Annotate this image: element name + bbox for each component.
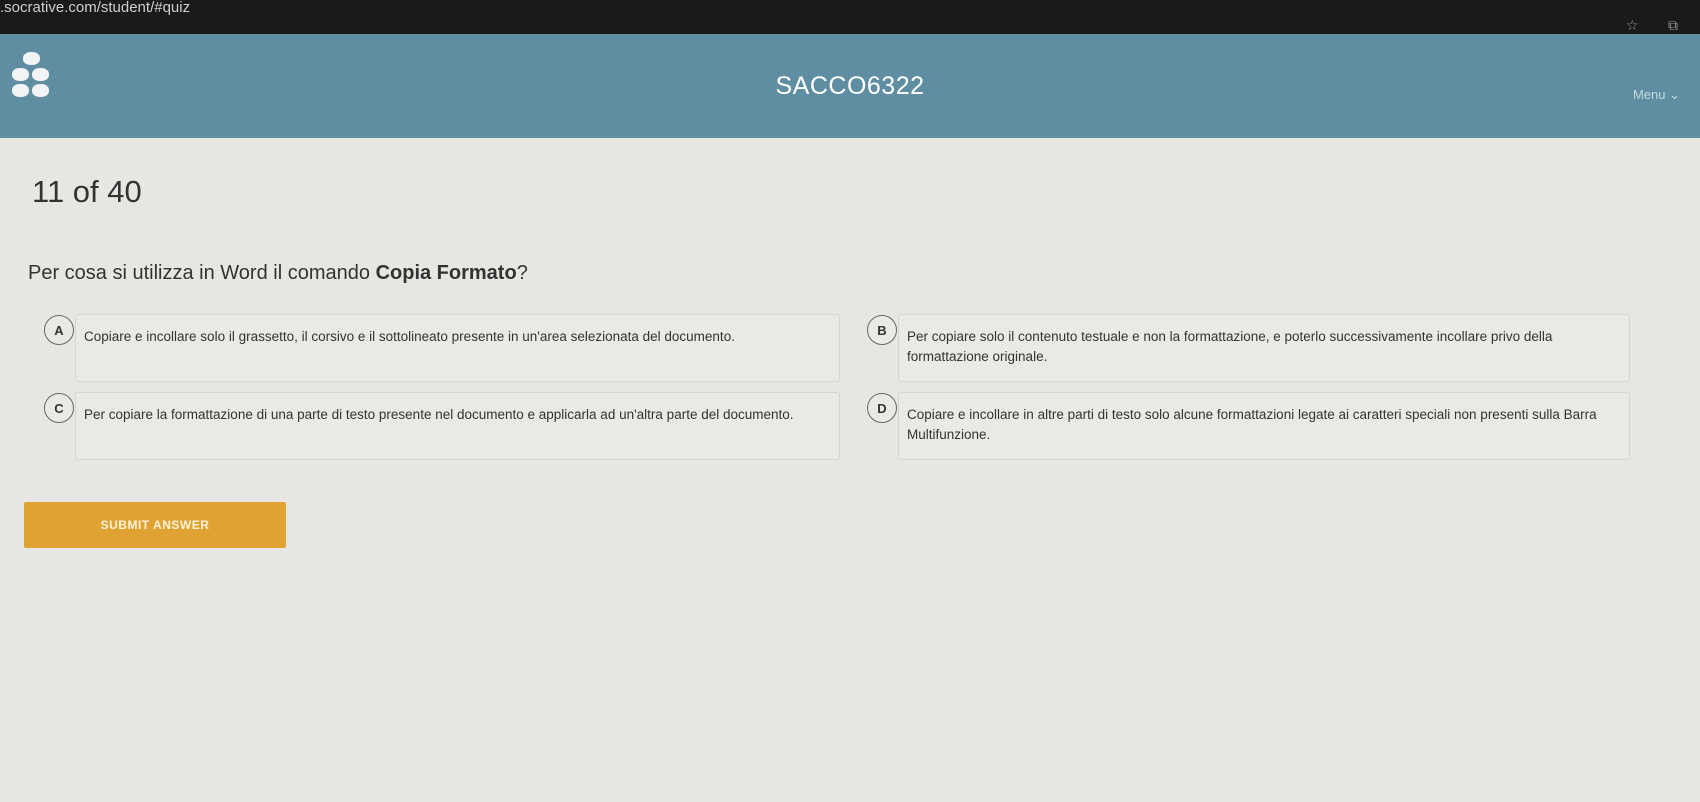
address-bar-url[interactable]: .socrative.com/student/#quiz bbox=[0, 0, 190, 16]
question-suffix: ? bbox=[516, 262, 528, 284]
answer-option-c[interactable]: C Per copiare la formattazione di una pa… bbox=[44, 392, 840, 460]
answer-option-d[interactable]: D Copiare e incollare in altre parti di … bbox=[867, 392, 1630, 460]
answer-letter-a: A bbox=[44, 315, 74, 345]
room-name: SACCO6322 bbox=[775, 72, 925, 100]
extension-icon[interactable]: ⧉ bbox=[1668, 18, 1678, 32]
answer-text-a: Copiare e incollare solo il grassetto, i… bbox=[84, 329, 735, 344]
question-progress: 11 of 40 bbox=[32, 174, 142, 209]
star-icon[interactable]: ☆ bbox=[1626, 18, 1639, 32]
menu-button[interactable]: Menu ⌄ bbox=[1633, 87, 1680, 103]
answer-letter-b: B bbox=[867, 315, 897, 345]
submit-answer-button[interactable]: SUBMIT ANSWER bbox=[24, 502, 286, 548]
question-text: Per cosa si utilizza in Word il comando … bbox=[28, 262, 528, 285]
quiz-content: 11 of 40 Per cosa si utilizza in Word il… bbox=[0, 138, 1700, 802]
answer-text-b: Per copiare solo il contenuto testuale e… bbox=[907, 329, 1553, 364]
answer-option-a[interactable]: A Copiare e incollare solo il grassetto,… bbox=[44, 314, 840, 382]
question-bold-term: Copia Formato bbox=[375, 262, 517, 284]
browser-toolbar: .socrative.com/student/#quiz ☆ ⧉ bbox=[0, 0, 1700, 34]
app-header: SACCO6322 Menu ⌄ bbox=[0, 34, 1700, 138]
answer-letter-d: D bbox=[867, 393, 897, 423]
answer-text-c: Per copiare la formattazione di una part… bbox=[84, 407, 794, 422]
answer-letter-c: C bbox=[44, 393, 74, 423]
answer-option-b[interactable]: B Per copiare solo il contenuto testuale… bbox=[867, 314, 1630, 382]
question-prefix: Per cosa si utilizza in Word il comando bbox=[28, 262, 376, 284]
answer-text-d: Copiare e incollare in altre parti di te… bbox=[907, 407, 1597, 442]
